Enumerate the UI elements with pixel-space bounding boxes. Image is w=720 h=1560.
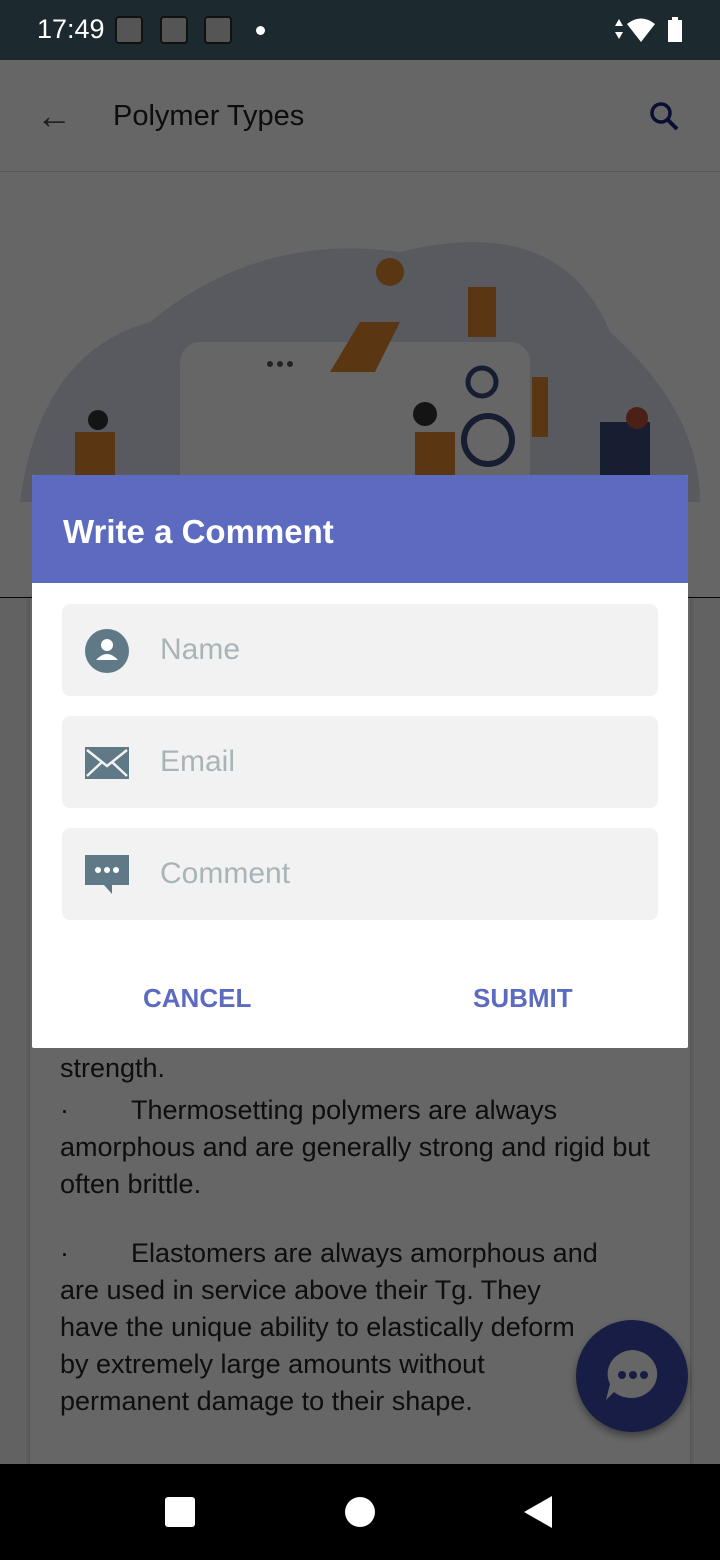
comment-icon: [85, 855, 129, 894]
page-title: Polymer Types: [113, 100, 305, 132]
article-text: strength.: [60, 1053, 166, 1083]
person-icon: [85, 629, 129, 673]
comment-dialog: Write a Comment CANCEL SUBMIT: [32, 475, 688, 1048]
cancel-button[interactable]: CANCEL: [143, 983, 251, 1014]
article-paragraph: · Elastomers are always amorphous and are…: [60, 1238, 598, 1416]
system-icons: [615, 17, 682, 42]
envelope-icon: [85, 747, 129, 779]
home-button[interactable]: [345, 1497, 375, 1527]
dialog-title: Write a Comment: [32, 475, 688, 583]
name-input[interactable]: [160, 604, 640, 696]
comment-input[interactable]: [160, 828, 640, 920]
app-bar: ← Polymer Types: [0, 60, 720, 172]
navigation-bar: [0, 1464, 720, 1560]
notification-icon: [204, 16, 232, 44]
email-input[interactable]: [160, 716, 640, 808]
email-field[interactable]: [62, 716, 658, 808]
notification-icon: [160, 16, 188, 44]
chat-bubble-icon: [606, 1350, 658, 1400]
clock: 17:49: [37, 14, 105, 44]
back-button[interactable]: [522, 1495, 554, 1529]
article-paragraph: · Thermosetting polymers are always amorp…: [60, 1095, 650, 1199]
comment-field[interactable]: [62, 828, 658, 920]
submit-button[interactable]: SUBMIT: [473, 983, 573, 1014]
dot-icon: [256, 26, 265, 35]
arrow-left-icon[interactable]: ←: [36, 96, 72, 136]
search-icon[interactable]: [648, 100, 682, 134]
name-field[interactable]: [62, 604, 658, 696]
comment-fab[interactable]: [576, 1320, 688, 1432]
status-bar: 17:49: [0, 0, 720, 60]
recents-button[interactable]: [165, 1497, 195, 1527]
notification-icon: [115, 16, 143, 44]
